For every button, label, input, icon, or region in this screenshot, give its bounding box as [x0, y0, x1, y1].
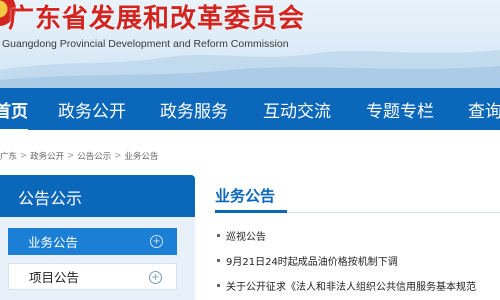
- breadcrumb-separator: >: [20, 151, 28, 161]
- nav-item-interaction[interactable]: 互动交流: [263, 97, 331, 122]
- bullet-icon: [217, 284, 220, 287]
- section-divider-accent: [215, 210, 287, 213]
- plus-circle-icon: +: [150, 235, 163, 248]
- sidebar-title: 公告公示: [18, 189, 83, 208]
- site-title: 广东省发展和改革委员会: [8, 4, 306, 34]
- news-list-item[interactable]: 关于公开征求《法人和非法人组织公共信用服务基本规范: [217, 278, 476, 293]
- nav-item-search[interactable]: 查询: [468, 97, 500, 122]
- sidebar-header: 公告公示: [0, 175, 195, 217]
- news-list-item[interactable]: 巡视公告: [217, 228, 266, 243]
- breadcrumb-item[interactable]: 广东: [0, 150, 17, 162]
- breadcrumb-separator: >: [114, 151, 122, 161]
- news-title: 关于公开征求《法人和非法人组织公共信用服务基本规范: [226, 282, 476, 293]
- site-header: 广东省发展和改革委员会 Guangdong Provincial Develop…: [0, 0, 500, 88]
- nav-item-government-services[interactable]: 政务服务: [160, 97, 228, 122]
- bullet-icon: [217, 259, 220, 262]
- breadcrumb-item[interactable]: 政务公开: [30, 150, 64, 162]
- breadcrumb-separator: >: [67, 151, 75, 161]
- news-title: 9月21日24时起成品油价格按机制下调: [226, 257, 398, 268]
- sidebar-item-label: 业务公告: [28, 235, 79, 250]
- plus-circle-icon: +: [149, 271, 162, 284]
- sidebar-item-project-announcement[interactable]: 项目公告 +: [8, 263, 177, 290]
- bullet-icon: [217, 234, 220, 237]
- sidebar-item-business-announcement[interactable]: 业务公告 +: [8, 228, 177, 255]
- breadcrumb-item[interactable]: 公告公示: [77, 150, 111, 162]
- sidebar-item-label: 项目公告: [29, 270, 80, 285]
- nav-item-home[interactable]: 首页: [0, 97, 28, 132]
- main-nav: 首页 政务公开 政务服务 互动交流 专题专栏 查询: [0, 88, 500, 132]
- breadcrumb-item-current: 业务公告: [124, 152, 159, 162]
- news-list-item[interactable]: 9月21日24时起成品油价格按机制下调: [217, 253, 398, 268]
- section-title: 业务公告: [215, 187, 276, 205]
- breadcrumb: 广东 > 政务公开 > 公告公示 > 业务公告: [0, 148, 158, 164]
- site-subtitle: Guangdong Provincial Development and Ref…: [2, 38, 289, 50]
- news-title: 巡视公告: [226, 232, 266, 243]
- nav-item-special-topics[interactable]: 专题专栏: [366, 97, 434, 122]
- nav-item-government-affairs-open[interactable]: 政务公开: [58, 97, 126, 122]
